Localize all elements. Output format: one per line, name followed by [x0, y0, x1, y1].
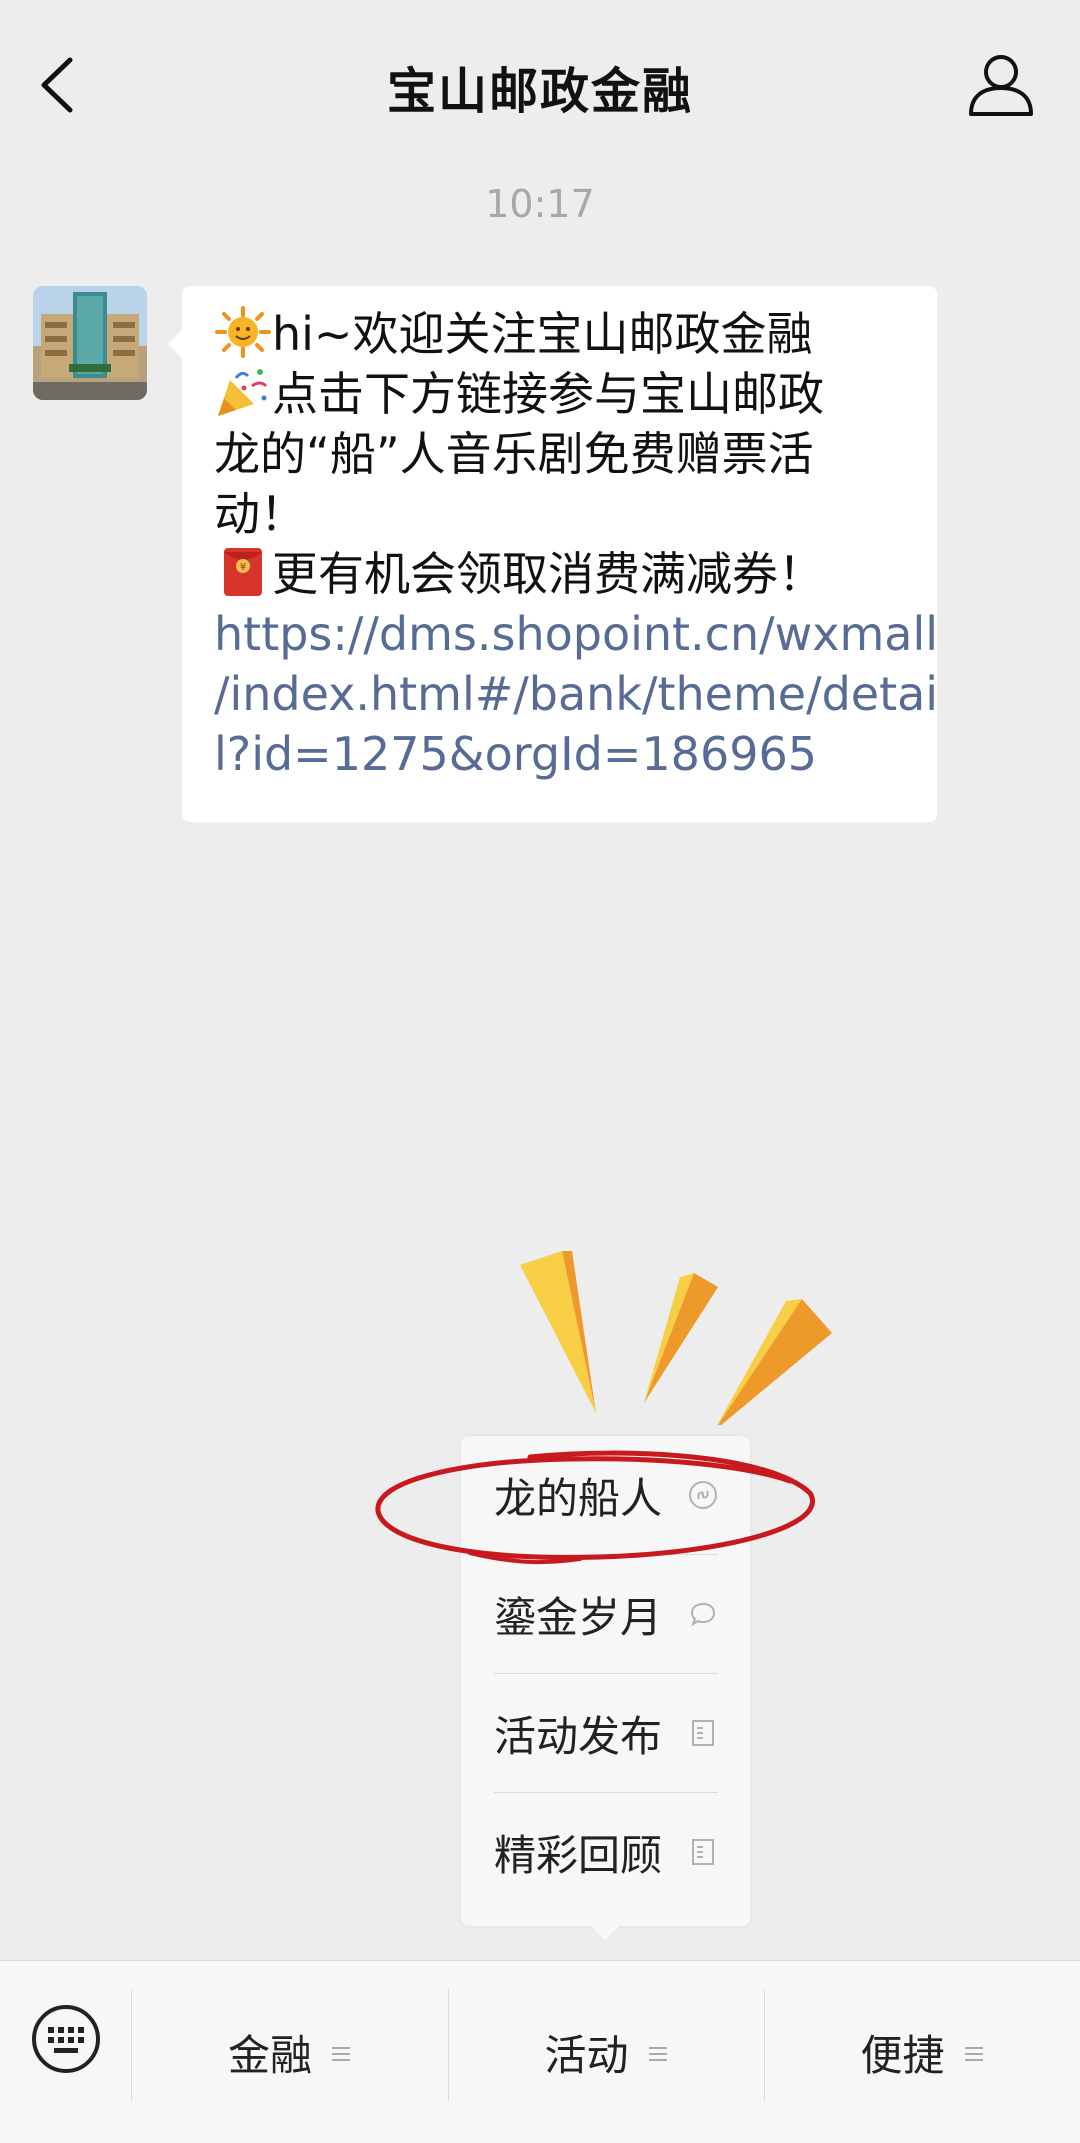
message-line-5: 更有机会领取消费满减券！ [272, 547, 824, 601]
message-line-3: 龙的“船”人音乐剧免费赠票活 [214, 427, 814, 481]
event-link-line-2[interactable]: /index.html#/bank/theme/detai [214, 664, 938, 724]
building-photo [33, 286, 147, 400]
svg-text:¥: ¥ [240, 562, 246, 573]
sun-emoji [215, 306, 271, 358]
menu-lines-icon [648, 2047, 667, 2061]
document-icon [692, 1720, 714, 1746]
red-envelope-emoji: ¥ [224, 548, 262, 596]
party-popper-emoji [218, 369, 268, 416]
message-timestamp: 10:17 [485, 182, 595, 226]
menu-item-jingcaihuigu[interactable]: 精彩回顾 [494, 1793, 718, 1911]
header: 宝山邮政金融 [0, 0, 1080, 170]
event-link-line-1[interactable]: https://dms.shopoint.cn/wxmall [214, 604, 938, 664]
avatar[interactable] [33, 286, 147, 400]
tab-jinrong[interactable]: 金融 [132, 1961, 448, 2143]
message-line-4: 动！ [214, 487, 306, 541]
highlight-burst-decoration [520, 1251, 832, 1425]
menu-lines-icon [332, 2047, 350, 2061]
message-line-2: 点击下方链接参与宝山邮政 [272, 367, 824, 421]
message-text: hi~欢迎关注宝山邮政金融 点击下方链接参与宝山邮政 龙的“船”人音乐剧免费赠票… [214, 304, 938, 784]
event-link-line-3[interactable]: l?id=1275&orgId=186965 [214, 724, 914, 784]
greeting-text: hi~欢迎关注宝山邮政金融 [272, 307, 813, 361]
keyboard-icon[interactable] [30, 2003, 102, 2075]
menu-item-huodongfabu[interactable]: 活动发布 [494, 1674, 718, 1792]
page-title: 宝山邮政金融 [386, 63, 693, 120]
menu-lines-icon [964, 2047, 983, 2061]
highlight-circle-annotation [375, 1450, 815, 1565]
tab-huodong[interactable]: 活动 [449, 1961, 764, 2143]
bottom-menu-bar: 金融 活动 便捷 [0, 1960, 1080, 2143]
person-icon[interactable] [965, 52, 1037, 118]
menu-item-liujinsuiyue[interactable]: 鎏金岁月 [494, 1555, 718, 1673]
message-bubble[interactable]: hi~欢迎关注宝山邮政金融 点击下方链接参与宝山邮政 龙的“船”人音乐剧免费赠票… [168, 286, 938, 822]
chat-bubble-icon [690, 1602, 716, 1627]
document-icon [692, 1839, 714, 1865]
tab-bianjie[interactable]: 便捷 [765, 1961, 1080, 2143]
